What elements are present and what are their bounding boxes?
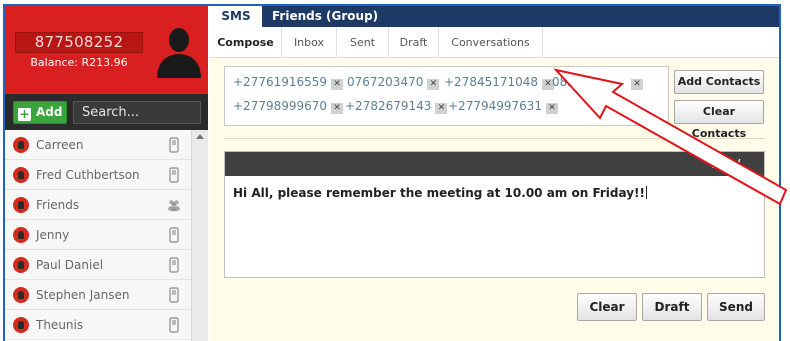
add-contacts-button[interactable]: Add Contacts bbox=[674, 70, 764, 94]
recipient-number: +27798999670 bbox=[233, 99, 328, 113]
contact-list-scrollbar[interactable] bbox=[191, 130, 208, 341]
text-cursor bbox=[645, 186, 647, 199]
subtab-sent[interactable]: Sent bbox=[337, 27, 389, 58]
recipient-chip: +2782679143 ✕ bbox=[345, 99, 448, 114]
contact-name: Theunis bbox=[36, 318, 84, 332]
recipient-number: +27794997631 bbox=[448, 99, 543, 113]
sms-subtabs: Compose Inbox Sent Draft Conversations bbox=[210, 27, 779, 58]
sidebar: 877508252 Balance: R213.96 + Add Carreen bbox=[5, 6, 208, 341]
group-icon bbox=[167, 200, 181, 212]
contact-item[interactable]: Theunis bbox=[5, 310, 208, 340]
add-contact-button[interactable]: + Add bbox=[13, 101, 67, 124]
contact-name: Paul Daniel bbox=[36, 258, 104, 272]
mobile-phone-icon bbox=[169, 257, 179, 273]
character-counter: 141/ bbox=[711, 157, 741, 171]
message-header: 141/ bbox=[225, 152, 764, 176]
draft-button[interactable]: Draft bbox=[642, 293, 702, 321]
mobile-phone-icon bbox=[169, 137, 179, 153]
section-divider bbox=[224, 138, 765, 139]
recipient-number: +27845171048 bbox=[444, 75, 539, 89]
mobile-phone-icon bbox=[169, 317, 179, 333]
subtab-compose[interactable]: Compose bbox=[210, 27, 282, 58]
mobile-phone-icon bbox=[169, 227, 179, 243]
search-bar: + Add bbox=[5, 94, 208, 130]
contact-search-input[interactable] bbox=[73, 101, 201, 124]
remove-recipient-icon[interactable]: ✕ bbox=[331, 79, 344, 90]
contact-name: Jenny bbox=[36, 228, 70, 242]
tab-friends-group-label: Friends (Group) bbox=[272, 9, 379, 23]
recipient-chip: +27761916559 ✕ bbox=[233, 75, 344, 90]
recipient-chip: 0826 bbox=[552, 75, 583, 89]
window-frame: 877508252 Balance: R213.96 + Add Carreen bbox=[3, 4, 781, 341]
subtab-conversations[interactable]: Conversations bbox=[439, 27, 543, 58]
contact-avatar-icon bbox=[13, 197, 29, 213]
contact-item[interactable]: Carreen bbox=[5, 130, 208, 160]
remove-recipient-icon[interactable]: ✕ bbox=[427, 79, 440, 90]
mobile-phone-icon bbox=[169, 287, 179, 303]
recipients-box[interactable]: +27761916559 ✕ 0767203470 ✕ +27845171048 ✕ … bbox=[224, 66, 669, 126]
account-number: 877508252 bbox=[15, 32, 143, 53]
plus-icon: + bbox=[18, 107, 31, 121]
recipient-chip: +27798999670 ✕ bbox=[233, 99, 344, 114]
subtab-draft[interactable]: Draft bbox=[389, 27, 439, 58]
contact-avatar-icon bbox=[13, 287, 29, 303]
recipient-chip: +27845171048 ✕ bbox=[444, 75, 555, 90]
contact-name: Fred Cuthbertson bbox=[36, 168, 140, 182]
add-button-label: Add bbox=[36, 105, 63, 119]
contact-item[interactable]: Friends bbox=[5, 190, 208, 220]
mobile-phone-icon bbox=[169, 167, 179, 183]
profile-panel: 877508252 Balance: R213.96 bbox=[5, 6, 208, 94]
app-window: 877508252 Balance: R213.96 + Add Carreen bbox=[0, 0, 790, 341]
contact-item[interactable]: Fred Cuthbertson bbox=[5, 160, 208, 190]
user-avatar-icon[interactable] bbox=[155, 24, 203, 78]
message-content: Hi All, please remember the meeting at 1… bbox=[233, 186, 645, 200]
recipient-chip: +27794997631 ✕ bbox=[448, 99, 559, 114]
contact-avatar-icon bbox=[13, 137, 29, 153]
tab-sms[interactable]: SMS bbox=[210, 6, 262, 27]
recipient-number: 0767203470 bbox=[347, 75, 424, 89]
remove-recipient-icon[interactable]: ✕ bbox=[331, 103, 344, 114]
clear-button[interactable]: Clear bbox=[577, 293, 637, 321]
contact-item[interactable]: Stephen Jansen bbox=[5, 280, 208, 310]
remove-recipient-icon[interactable]: ✕ bbox=[546, 103, 559, 114]
contact-name: Friends bbox=[36, 198, 80, 212]
contact-avatar-icon bbox=[13, 257, 29, 273]
subtab-inbox[interactable]: Inbox bbox=[282, 27, 337, 58]
scroll-up-icon[interactable] bbox=[196, 134, 204, 139]
contact-avatar-icon bbox=[13, 227, 29, 243]
account-balance: Balance: R213.96 bbox=[30, 56, 128, 69]
tab-friends-group[interactable]: Friends (Group)✕ bbox=[266, 6, 388, 45]
clear-contacts-button[interactable]: Clear Contacts bbox=[674, 100, 764, 140]
contact-avatar-icon bbox=[13, 317, 29, 333]
message-editor[interactable]: 141/ Hi All, please remember the meeting… bbox=[224, 151, 765, 278]
recipient-chip: ✕ bbox=[627, 75, 643, 90]
contact-item[interactable]: Jenny bbox=[5, 220, 208, 250]
contact-name: Stephen Jansen bbox=[36, 288, 130, 302]
contact-name: Carreen bbox=[36, 138, 84, 152]
contact-list: Carreen Fred Cuthbertson Friends Jenny P… bbox=[5, 130, 208, 341]
recipient-chip: 0767203470 ✕ bbox=[347, 75, 440, 90]
contact-item[interactable]: Paul Daniel bbox=[5, 250, 208, 280]
tab-bar: SMS Friends (Group)✕ bbox=[210, 6, 779, 45]
remove-recipient-icon[interactable]: ✕ bbox=[631, 79, 643, 90]
compose-panel: SMS Friends (Group)✕ Compose Inbox Sent … bbox=[210, 6, 779, 341]
recipient-number: +2782679143 bbox=[345, 99, 432, 113]
contact-avatar-icon bbox=[13, 167, 29, 183]
recipient-number: 0826 bbox=[552, 75, 583, 89]
recipient-number: +27761916559 bbox=[233, 75, 328, 89]
message-text[interactable]: Hi All, please remember the meeting at 1… bbox=[233, 186, 647, 200]
remove-recipient-icon[interactable]: ✕ bbox=[435, 103, 448, 114]
send-button[interactable]: Send bbox=[707, 293, 765, 321]
